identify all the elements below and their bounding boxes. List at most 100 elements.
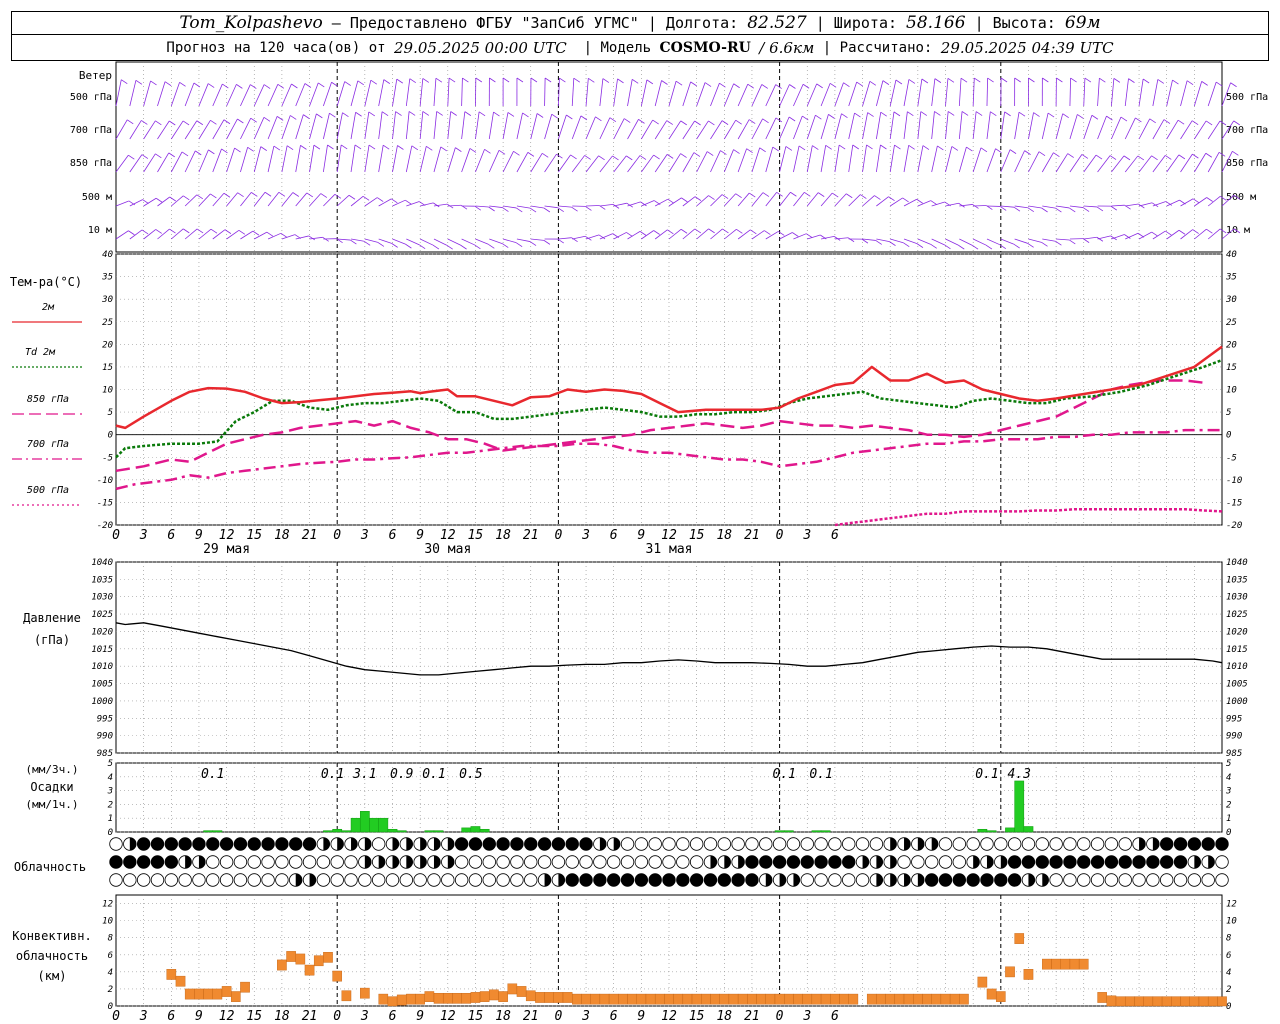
wind-barb-flag [498,150,506,155]
conv-cloud-bar [295,953,306,965]
wind-barb-flag [922,145,930,150]
cloud-cover-symbol [966,873,980,887]
cloud-cover-symbol [1173,837,1188,851]
wind-barb [378,238,392,244]
wind-barb-flag [852,144,860,150]
cloud-cover-fill [986,855,994,869]
cloud-cover-symbol [994,873,1008,887]
cloud-cover-symbol [1090,837,1105,851]
wind-barb-flag [631,78,639,84]
conv-cloud-bar [1106,995,1117,1007]
wind-barb-flag [377,242,385,247]
cloud-cover-fill [1139,837,1146,851]
conv-cloud-bar [1042,958,1052,970]
wind-barb-flag [961,111,969,116]
wind-barb-flag [856,81,863,87]
wind-barb-flag [318,82,325,88]
cloud-cover-symbol [344,855,358,869]
wind-barb-flag [580,115,588,121]
wind-barb-flag [1219,120,1227,126]
cloud-cover-symbol [634,837,649,851]
precip-bar [396,830,407,833]
precip-ytick-left: 2 [108,800,113,810]
wind-barb [1193,81,1203,107]
conv-cloud-bar [415,993,425,1005]
precip-unit-top: (мм/3ч.) [26,763,79,776]
temp-ytick-left: 20 [102,340,113,350]
cloud-cover-fill [973,855,980,869]
precip-ytick-left: 1 [108,814,113,824]
wind-barb [1069,205,1084,208]
wind-barb [419,111,424,140]
cloud-cover-symbol [1049,873,1063,887]
temp-legend-label: 700 гПа [27,439,69,450]
conv-cloud-bar [1125,996,1135,1007]
wind-barb-flag [584,155,591,160]
wind-barb-flag [749,192,756,198]
wind-barb [212,192,225,207]
cloud-cover-symbol [842,873,856,887]
wind-barb-flag [264,191,272,197]
temp-legend-label: 850 гПа [27,394,69,405]
cloud-cover-symbol [662,873,676,887]
cloud-cover-symbol [261,837,275,851]
cloud-cover-fill [1028,873,1035,887]
wind-barb-flag [916,243,924,248]
wind-barb-flag [1172,79,1179,85]
wind-barb-flag [761,84,768,89]
wind-barb [1042,205,1056,209]
wind-barb-flag [155,229,162,234]
conv-xtick: 21 [744,1009,760,1024]
wind-barb-flag [1205,152,1213,158]
wind-barb [447,238,461,246]
conv-cloud-bar [313,955,324,967]
wind-barb [378,145,384,173]
wind-barb-flag [334,193,342,199]
conv-cloud-bar [654,993,665,1005]
wind-barb-flag [1192,198,1200,204]
wind-barb [917,111,922,140]
wind-barb-flag [1069,207,1076,213]
wind-barb-flag [880,144,887,150]
wind-barb-flag [626,155,633,161]
wind-barb-flag [908,144,915,150]
wind-barb-flag [395,111,402,116]
pressure-ytick-left: 1020 [91,627,113,637]
temp-ytick-right: 5 [1226,408,1231,418]
cloud-cover-symbol [123,873,137,887]
wind-barb-flag [947,78,955,83]
conv-cloud-bar [184,988,195,1000]
temp-ytick-left: 40 [102,250,113,260]
conv-cloud-bar [885,993,896,1005]
wind-barb [793,192,805,207]
wind-barb-flag [1186,80,1194,86]
wind-barb [889,111,895,140]
wind-barb [945,111,949,140]
cloud-cover-symbol [1007,855,1022,869]
cloud-cover-symbol [510,837,524,851]
wind-barb-flag [704,82,712,87]
wind-barb [1125,203,1139,207]
wind-barb [240,147,249,173]
conv-ytick-left: 2 [108,985,113,995]
cloud-cover-symbol [731,873,745,887]
cloud-cover-fill [558,873,565,887]
wind-barb [433,78,437,107]
cloud-cover-symbol [441,873,455,887]
wind-barb-flag [141,154,149,159]
wind-barb [668,197,682,207]
wind-barb-flag [680,120,687,126]
wind-barb-flag [733,149,740,154]
wind-barb-flag [556,153,563,159]
wind-barb-flag [557,238,564,244]
wind-barb [876,238,890,243]
cloud-cover-symbol [371,837,386,851]
temp-ytick-right: 15 [1226,363,1237,373]
conv-xtick: 3 [581,1009,590,1024]
wind-barb [364,238,379,243]
wind-barb-flag [150,80,157,86]
wind-barb-flag [516,207,523,213]
wind-barb-flag [382,144,390,150]
wind-barb [737,192,750,207]
temp-xtick: 3 [360,528,369,543]
